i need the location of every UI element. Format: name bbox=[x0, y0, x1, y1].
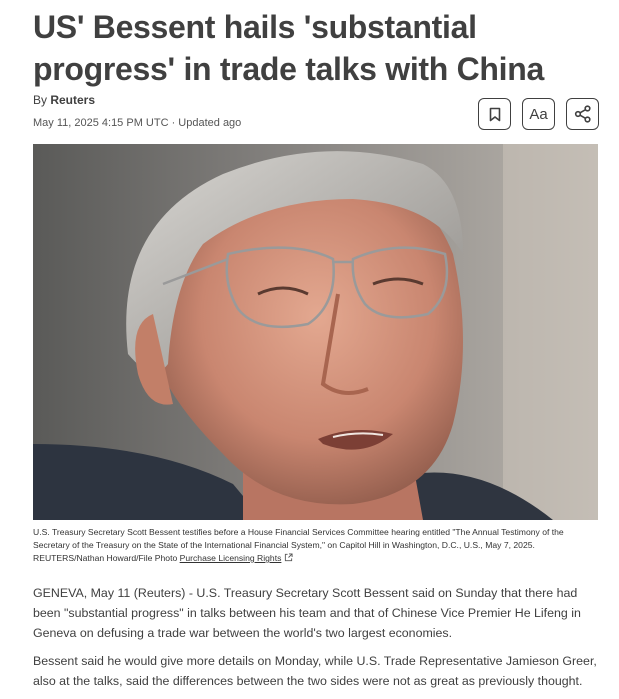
article-photo[interactable] bbox=[33, 144, 598, 520]
share-icon bbox=[574, 105, 591, 123]
byline: By Reuters bbox=[33, 93, 95, 107]
external-link-icon bbox=[284, 553, 293, 562]
caption-text: U.S. Treasury Secretary Scott Bessent te… bbox=[33, 527, 564, 550]
article-tools: Aa bbox=[478, 98, 599, 130]
publish-date: May 11, 2025 4:15 PM UTC · Updated ago bbox=[33, 117, 242, 129]
portrait-illustration bbox=[33, 144, 598, 520]
bookmark-icon bbox=[489, 107, 500, 121]
author-link[interactable]: Reuters bbox=[50, 93, 95, 107]
byline-prefix: By bbox=[33, 93, 51, 107]
article-paragraph: GENEVA, May 11 (Reuters) - U.S. Treasury… bbox=[33, 586, 581, 640]
photo-caption: U.S. Treasury Secretary Scott Bessent te… bbox=[33, 526, 593, 565]
text-size-button[interactable]: Aa bbox=[522, 98, 555, 130]
purchase-licensing-link[interactable]: Purchase Licensing Rights bbox=[180, 553, 282, 563]
article-paragraph: Bessent said he would give more details … bbox=[33, 654, 597, 688]
share-button[interactable] bbox=[566, 98, 599, 130]
bookmark-button[interactable] bbox=[478, 98, 511, 130]
photo-credit: REUTERS/Nathan Howard/File Photo bbox=[33, 553, 178, 563]
article-headline: US' Bessent hails 'substantial progress'… bbox=[33, 9, 545, 87]
caption-credit-line: REUTERS/Nathan Howard/File Photo Purchas… bbox=[33, 552, 593, 565]
